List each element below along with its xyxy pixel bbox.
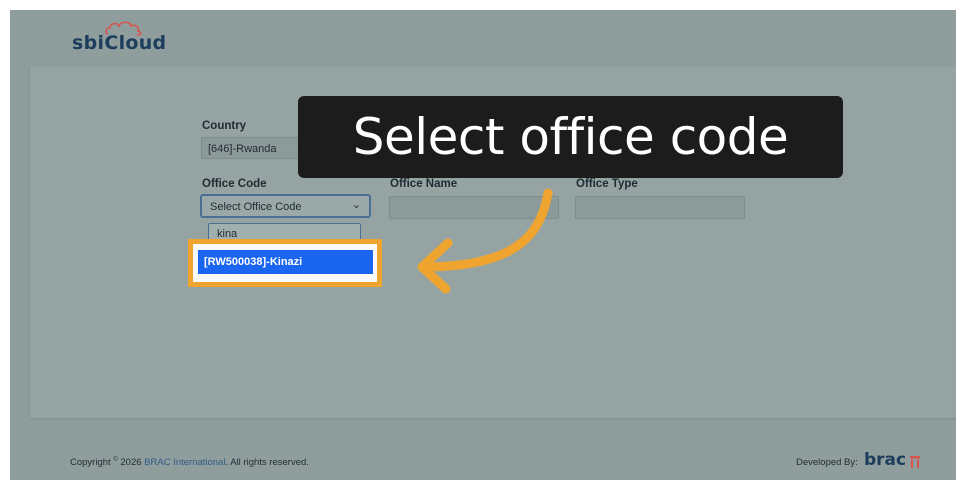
chevron-down-icon: ⌄ bbox=[351, 199, 361, 211]
country-label: Country bbox=[202, 120, 247, 132]
country-field[interactable]: [646]-Rwanda bbox=[201, 137, 301, 159]
copyright-symbol: © bbox=[113, 457, 118, 463]
app-screen: sbiCloud Country [646]-Rwanda Office Cod… bbox=[10, 10, 956, 480]
office-type-field[interactable] bbox=[575, 196, 745, 219]
logo-text: sbiCloud bbox=[72, 32, 167, 54]
rights-text: . All rights reserved. bbox=[225, 457, 309, 469]
dropdown-option-kinazi[interactable]: [RW500038]-Kinazi bbox=[198, 250, 373, 274]
office-type-label: Office Type bbox=[576, 178, 638, 190]
header: sbiCloud bbox=[10, 10, 956, 68]
developed-by-label: Developed By: bbox=[796, 457, 858, 468]
brac-logo[interactable]: brac bbox=[864, 450, 906, 470]
copyright-year: 2026 bbox=[120, 457, 142, 469]
office-code-select[interactable]: Select Office Code ⌄ bbox=[200, 194, 371, 218]
office-code-select-value: Select Office Code bbox=[210, 201, 302, 213]
sbicloud-logo[interactable]: sbiCloud bbox=[72, 20, 182, 56]
brac-mark-icon bbox=[910, 456, 920, 468]
office-code-label: Office Code bbox=[202, 178, 267, 190]
copyright-prefix: Copyright bbox=[70, 457, 111, 469]
copyright-text: Copyright © 2026 BRAC International. All… bbox=[70, 457, 309, 468]
tutorial-caption: Select office code bbox=[298, 96, 843, 178]
curved-arrow-icon bbox=[417, 188, 553, 294]
brac-international-link[interactable]: BRAC International bbox=[144, 457, 225, 468]
